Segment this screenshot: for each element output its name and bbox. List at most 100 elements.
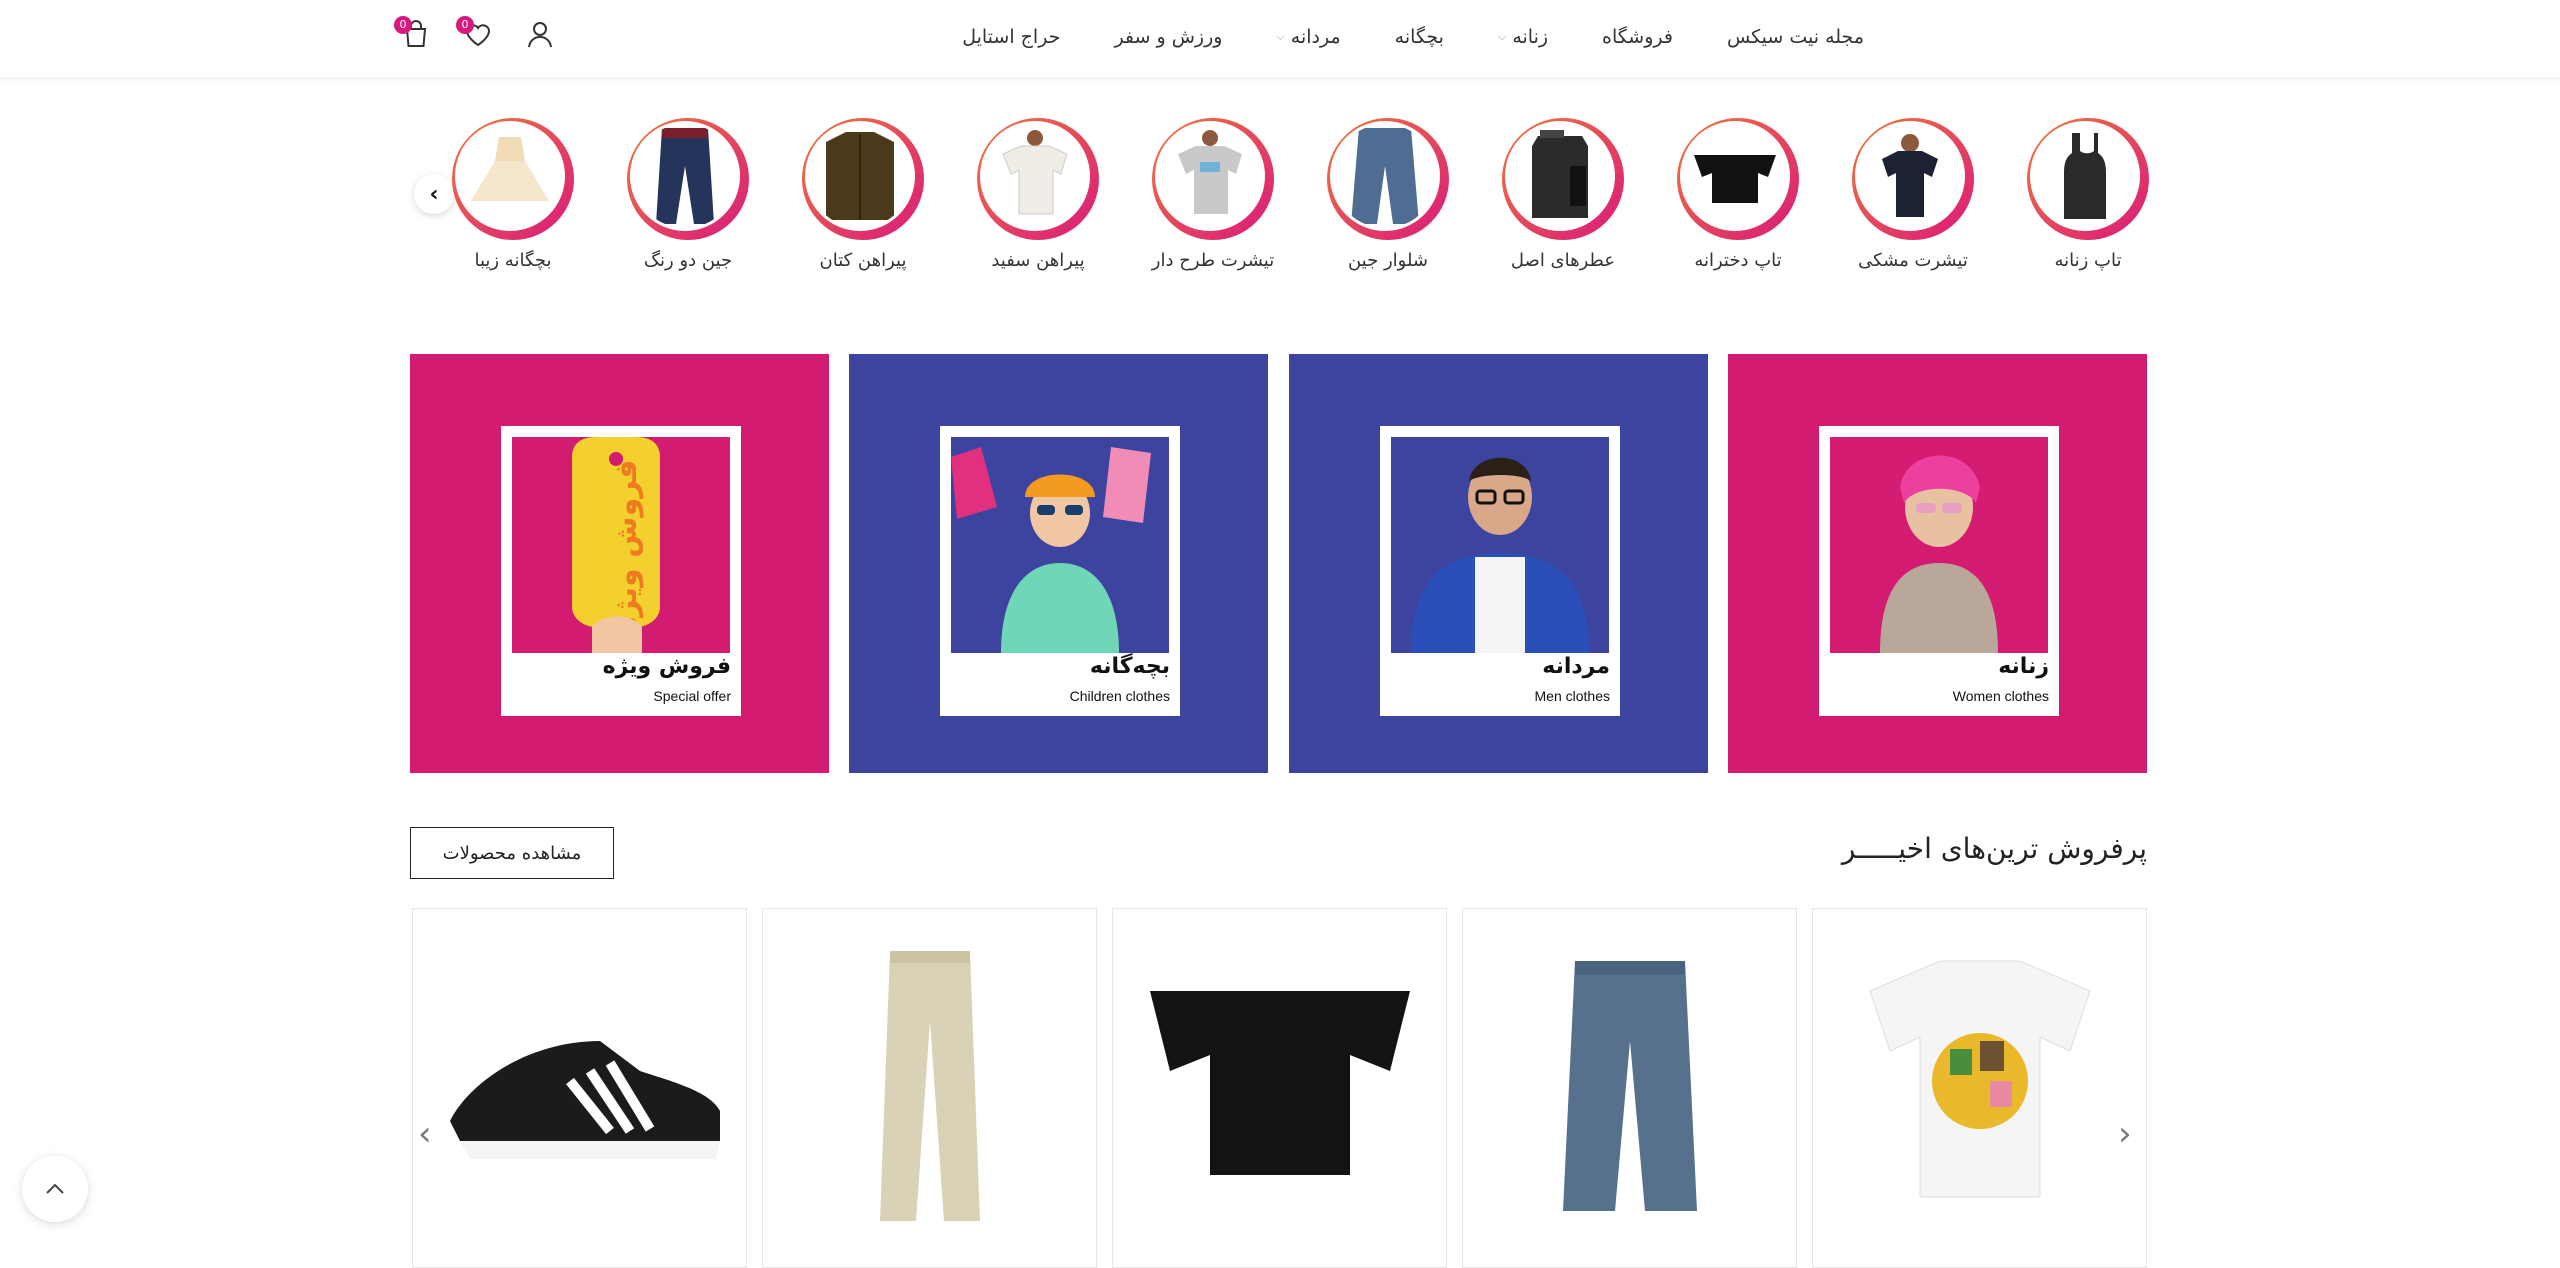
tank-top-icon — [2064, 133, 2106, 219]
product-card[interactable] — [412, 908, 747, 1268]
chevron-down-icon: ⌵ — [1276, 30, 1285, 43]
woman-model-image — [1880, 455, 1998, 653]
carousel-next-button[interactable]: › — [2118, 1114, 2132, 1154]
two-tone-jeans-icon — [656, 128, 714, 224]
story-label: تیشرت مشکی — [1858, 250, 1968, 271]
banner-title: بچه‌گانه — [1089, 654, 1170, 679]
story-label: تاپ زنانه — [2054, 250, 2122, 271]
story-ring — [1677, 118, 1799, 240]
wishlist-button[interactable]: 0 — [456, 16, 498, 54]
carousel-prev-button[interactable]: ‹ — [418, 1114, 432, 1154]
banner-image-area — [951, 437, 1169, 653]
banner-men[interactable]: مردانه Men clothes — [1289, 354, 1708, 773]
story-item[interactable]: پیراهن سفید — [976, 118, 1100, 271]
banner-subtitle: Children clothes — [1069, 688, 1170, 704]
stories-prev-button[interactable]: ‹ — [414, 174, 454, 214]
sale-tag-text: فروش ویژه — [609, 459, 644, 634]
view-products-button[interactable]: مشاهده محصولات — [410, 827, 614, 879]
story-ring — [977, 118, 1099, 240]
banner-title: زنانه — [1998, 654, 2049, 679]
nav-item-magazine[interactable]: مجله نیت سیکس — [1727, 26, 1864, 48]
story-label: پیراهن سفید — [991, 250, 1085, 271]
main-nav: حراج استایل ورزش و سفر مردانه ⌵ بچگانه زن… — [908, 0, 1864, 74]
banner-title: فروش ویژه — [602, 654, 731, 679]
story-label: پیراهن کتان — [819, 250, 907, 271]
header-icons: 0 0 — [394, 16, 586, 54]
nav-item-sale[interactable]: حراج استایل — [962, 26, 1060, 48]
banner-title: مردانه — [1542, 654, 1610, 679]
story-label: تاپ دخترانه — [1694, 250, 1782, 271]
user-icon — [528, 22, 552, 48]
story-item[interactable]: تاپ زنانه — [2026, 118, 2150, 271]
product-card[interactable] — [1462, 908, 1797, 1268]
account-button[interactable] — [524, 18, 560, 54]
banner-subtitle: Special offer — [653, 688, 731, 704]
product-carousel — [410, 908, 2147, 1268]
cart-button[interactable]: 0 — [394, 16, 436, 54]
product-card[interactable] — [762, 908, 1097, 1268]
story-item[interactable]: شلوار جین — [1326, 118, 1450, 271]
story-item[interactable]: جین دو رنگ — [626, 118, 750, 271]
child-model-image — [951, 447, 1151, 653]
banner-subtitle: Men clothes — [1534, 688, 1610, 704]
category-banners: زنانه Women clothes مردانه Men clothes ب… — [410, 354, 2147, 773]
story-label: تیشرت طرح دار — [1151, 250, 1275, 271]
story-item[interactable]: تاپ دخترانه — [1676, 118, 1800, 271]
sale-tag-image: فروش ویژه — [572, 437, 660, 653]
jeans-icon — [1351, 128, 1419, 224]
banner-image-area — [1830, 437, 2048, 653]
white-tshirt-print-image — [1869, 960, 2091, 1198]
story-ring — [1327, 118, 1449, 240]
nav-item-shop[interactable]: فروشگاه — [1602, 26, 1673, 48]
linen-shirt-icon — [826, 132, 894, 220]
nav-item-sport-travel[interactable]: ورزش و سفر — [1114, 26, 1222, 48]
banner-special-offer[interactable]: فروش ویژه فروش ویژه Special offer — [410, 354, 829, 773]
story-item[interactable]: عطرهای اصل — [1501, 118, 1625, 271]
kids-dress-icon — [471, 137, 549, 201]
banner-women[interactable]: زنانه Women clothes — [1728, 354, 2147, 773]
nav-item-women[interactable]: زنانه ⌵ — [1498, 26, 1548, 48]
banner-frame: فروش ویژه فروش ویژه Special offer — [501, 426, 741, 716]
cart-count-badge: 0 — [394, 16, 412, 34]
banner-image-area — [1391, 437, 1609, 653]
black-sneaker-image — [450, 1041, 720, 1159]
beige-pants-image — [880, 951, 980, 1221]
story-ring — [802, 118, 924, 240]
banner-frame: مردانه Men clothes — [1380, 426, 1620, 716]
story-label: شلوار جین — [1347, 250, 1428, 271]
banner-frame: زنانه Women clothes — [1819, 426, 2059, 716]
wishlist-count-badge: 0 — [456, 16, 474, 34]
story-item[interactable]: تیشرت مشکی — [1851, 118, 1975, 271]
story-ring — [2027, 118, 2149, 240]
nav-label: فروشگاه — [1602, 26, 1673, 48]
chevron-right-icon: › — [2118, 1114, 2132, 1154]
story-item[interactable]: پیراهن کتان — [801, 118, 925, 271]
scroll-to-top-button[interactable] — [22, 1156, 88, 1222]
nav-label: ورزش و سفر — [1114, 26, 1223, 48]
black-tshirt-icon — [1882, 134, 1938, 217]
off-shoulder-top-icon — [1694, 155, 1776, 203]
white-shirt-icon — [1002, 130, 1068, 215]
chevron-down-icon: ⌵ — [1497, 30, 1507, 43]
story-ring — [1152, 118, 1274, 240]
chevron-left-icon: ‹ — [429, 181, 439, 207]
site-header: حراج استایل ورزش و سفر مردانه ⌵ بچگانه زن… — [0, 0, 2560, 79]
banner-kids[interactable]: بچه‌گانه Children clothes — [849, 354, 1268, 773]
story-label: عطرهای اصل — [1510, 250, 1616, 271]
black-top-image — [1150, 991, 1410, 1175]
story-item[interactable]: بچگانه زیبا — [451, 118, 575, 271]
nav-item-men[interactable]: مردانه ⌵ — [1276, 26, 1340, 48]
story-ring — [1852, 118, 1974, 240]
story-ring — [1502, 118, 1624, 240]
chevron-left-icon: ‹ — [418, 1114, 432, 1154]
product-card[interactable] — [1112, 908, 1447, 1268]
section-title: پرفروش ترین‌های اخیـــــر — [1841, 832, 2147, 865]
nav-item-kids[interactable]: بچگانه — [1395, 26, 1444, 48]
story-item[interactable]: تیشرت طرح دار — [1151, 118, 1275, 271]
story-ring — [627, 118, 749, 240]
product-card[interactable] — [1812, 908, 2147, 1268]
story-label: جین دو رنگ — [643, 250, 733, 271]
story-ring — [452, 118, 574, 240]
story-label: بچگانه زیبا — [474, 250, 552, 271]
nav-label: حراج استایل — [962, 26, 1061, 48]
